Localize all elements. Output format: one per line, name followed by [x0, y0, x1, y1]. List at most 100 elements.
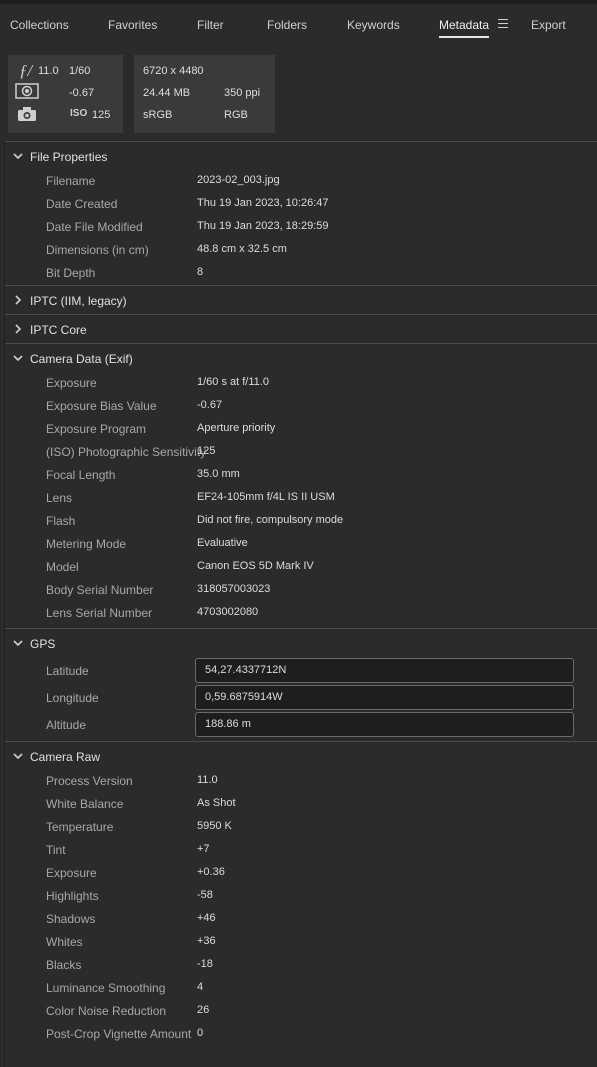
row-label: Body Serial Number — [46, 583, 154, 597]
camera-summary-box: ƒ/ 11.0 1/60 -0.67 ISO 125 — [8, 55, 123, 133]
row-value: Thu 19 Jan 2023, 10:26:47 — [197, 197, 329, 209]
metadata-row: Focal Length 35.0 mm — [5, 464, 597, 487]
metadata-row: Model Canon EOS 5D Mark IV — [5, 556, 597, 579]
metadata-row: Date Created Thu 19 Jan 2023, 10:26:47 — [5, 193, 597, 216]
metadata-row: Body Serial Number 318057003023 — [5, 579, 597, 602]
row-value: Thu 19 Jan 2023, 18:29:59 — [197, 220, 329, 232]
tab-filter[interactable]: Filter — [197, 18, 224, 32]
tab-keywords[interactable]: Keywords — [347, 18, 400, 32]
metadata-row: Filename 2023-02_003.jpg — [5, 170, 597, 193]
row-value: EF24-105mm f/4L IS II USM — [197, 491, 335, 503]
row-value: 35.0 mm — [197, 468, 240, 480]
section-iptc-iim[interactable]: IPTC (IIM, legacy) — [5, 285, 597, 314]
color-profile: sRGB — [143, 109, 173, 121]
section-title: File Properties — [30, 150, 108, 164]
metadata-row: Post-Crop Vignette Amount 0 — [5, 1023, 597, 1046]
section-camera-raw[interactable]: Camera Raw — [5, 741, 597, 770]
row-label: Exposure — [46, 376, 97, 390]
row-value: 125 — [197, 445, 216, 457]
row-label: Process Version — [46, 774, 133, 788]
metadata-row: Exposure 1/60 s at f/11.0 — [5, 372, 597, 395]
row-label: Filename — [46, 174, 96, 188]
row-value: 26 — [197, 1004, 210, 1016]
row-value: 0 — [197, 1027, 204, 1039]
exposure-bias-value: -0.67 — [69, 87, 95, 99]
chevron-down-icon — [13, 753, 23, 760]
metadata-row: Dimensions (in cm) 48.8 cm x 32.5 cm — [5, 239, 597, 262]
metadata-row: Tint +7 — [5, 839, 597, 862]
row-label: Blacks — [46, 958, 82, 972]
row-value: Did not fire, compulsory mode — [197, 514, 344, 526]
row-value: +46 — [197, 912, 216, 924]
latitude-field[interactable]: 54,27.4337712N — [195, 658, 574, 683]
section-camera-data[interactable]: Camera Data (Exif) — [5, 343, 597, 372]
tab-metadata-label: Metadata — [439, 18, 490, 32]
section-file-properties[interactable]: File Properties — [5, 141, 597, 170]
camera-icon — [18, 107, 36, 121]
metadata-row: Flash Did not fire, compulsory mode — [5, 510, 597, 533]
row-label: Exposure Program — [46, 422, 147, 436]
chevron-right-icon — [15, 295, 22, 305]
metadata-row: White Balance As Shot — [5, 793, 597, 816]
row-value: +7 — [197, 843, 210, 855]
metadata-row: Bit Depth 8 — [5, 262, 597, 285]
metadata-row: Color Noise Reduction 26 — [5, 1000, 597, 1023]
section-title: Camera Data (Exif) — [30, 352, 133, 366]
tab-collections[interactable]: Collections — [10, 18, 69, 32]
row-label: Flash — [46, 514, 76, 528]
row-value: 48.8 cm x 32.5 cm — [197, 243, 287, 255]
tab-favorites[interactable]: Favorites — [108, 18, 157, 32]
row-label: Dimensions (in cm) — [46, 243, 149, 257]
row-label: Lens Serial Number — [46, 606, 153, 620]
row-label: Color Noise Reduction — [46, 1004, 167, 1018]
row-label: Latitude — [46, 664, 89, 678]
field-value: 54,27.4337712N — [205, 664, 287, 676]
iso-value: 125 — [92, 109, 111, 121]
metadata-row: Date File Modified Thu 19 Jan 2023, 18:29… — [5, 216, 597, 239]
row-label: Bit Depth — [46, 266, 96, 280]
row-value: +36 — [197, 935, 216, 947]
color-mode: RGB — [224, 109, 248, 121]
row-label: Focal Length — [46, 468, 116, 482]
metadata-panel: File Properties Filename 2023-02_003.jpg … — [4, 141, 597, 1067]
row-value: Canon EOS 5D Mark IV — [197, 560, 314, 572]
chevron-down-icon — [13, 640, 23, 647]
metadata-row: Exposure Bias Value -0.67 — [5, 395, 597, 418]
tab-export[interactable]: Export — [531, 18, 566, 32]
row-label: Tint — [46, 843, 66, 857]
field-value: 188.86 m — [205, 718, 251, 730]
metadata-row: Lens EF24-105mm f/4L IS II USM — [5, 487, 597, 510]
longitude-field[interactable]: 0,59.6875914W — [195, 685, 574, 710]
row-value: 318057003023 — [197, 583, 271, 595]
gps-row-altitude: Altitude 188.86 m — [5, 711, 597, 738]
section-gps[interactable]: GPS — [5, 628, 597, 657]
row-label: Exposure — [46, 866, 97, 880]
metadata-row: Shadows +46 — [5, 908, 597, 931]
chevron-right-icon — [15, 324, 22, 334]
row-label: Whites — [46, 935, 83, 949]
metadata-row: Highlights -58 — [5, 885, 597, 908]
altitude-field[interactable]: 188.86 m — [195, 712, 574, 737]
metadata-row: Exposure +0.36 — [5, 862, 597, 885]
metadata-row: Metering Mode Evaluative — [5, 533, 597, 556]
row-value: -18 — [197, 958, 213, 970]
row-value: 1/60 s at f/11.0 — [197, 376, 269, 388]
metadata-row: (ISO) Photographic Sensitivity 125 — [5, 441, 597, 464]
metadata-summary: ƒ/ 11.0 1/60 -0.67 ISO 125 6720 x 4480 2… — [8, 55, 275, 133]
row-value: -0.67 — [197, 399, 223, 411]
field-value: 0,59.6875914W — [205, 691, 283, 703]
gps-row-latitude: Latitude 54,27.4337712N — [5, 657, 597, 684]
metadata-row: Lens Serial Number 4703002080 — [5, 602, 597, 625]
section-iptc-core[interactable]: IPTC Core — [5, 314, 597, 343]
aperture-icon: ƒ/ — [19, 61, 33, 80]
tab-metadata[interactable]: Metadata — [439, 18, 490, 38]
row-label: Highlights — [46, 889, 99, 903]
file-summary-box: 6720 x 4480 24.44 MB 350 ppi sRGB RGB — [134, 55, 275, 133]
row-label: Exposure Bias Value — [46, 399, 157, 413]
chevron-down-icon — [13, 355, 23, 362]
metadata-row: Blacks -18 — [5, 954, 597, 977]
row-label: Shadows — [46, 912, 96, 926]
row-label: Longitude — [46, 691, 99, 705]
panel-menu-icon[interactable] — [498, 19, 508, 28]
tab-folders[interactable]: Folders — [267, 18, 307, 32]
